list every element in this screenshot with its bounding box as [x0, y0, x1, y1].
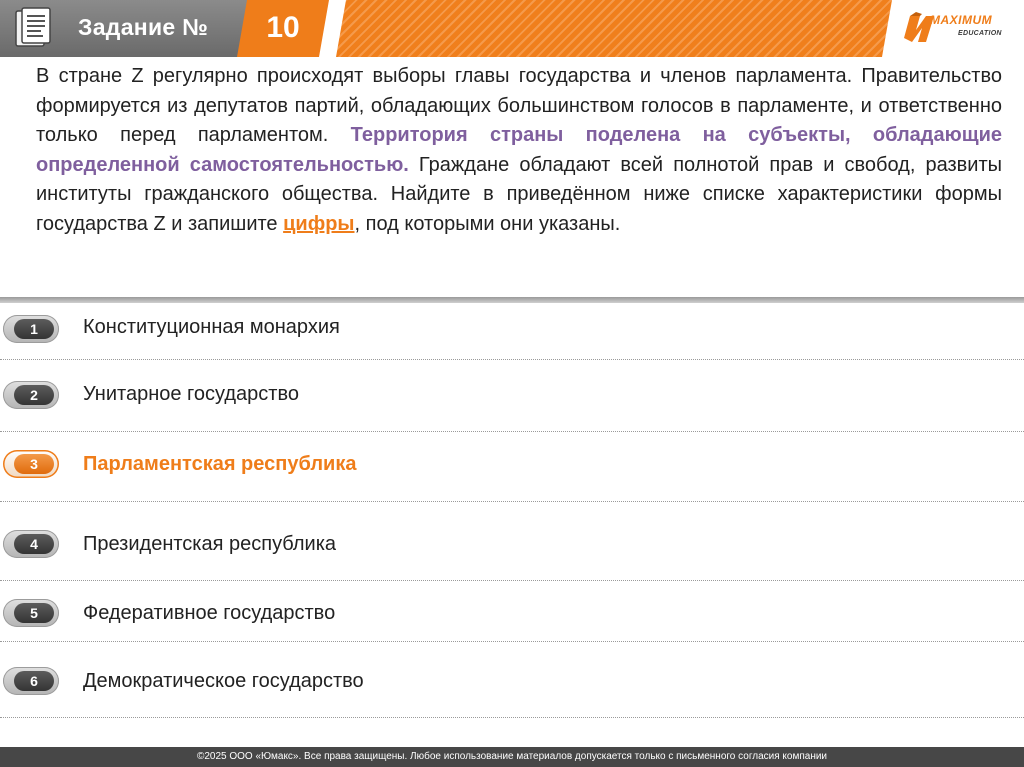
- option-number: 3: [14, 454, 54, 474]
- logo-subtext: EDUCATION: [958, 30, 1002, 37]
- option-6[interactable]: 6 Демократическое государство: [0, 661, 1024, 721]
- option-number: 5: [14, 603, 54, 623]
- slide-header: Задание № 10 MAXIMUM EDUCATION: [0, 0, 1024, 57]
- option-number-badge: 2: [3, 381, 59, 409]
- option-label: Парламентская республика: [83, 453, 357, 475]
- option-label: Демократическое государство: [83, 670, 364, 692]
- option-4[interactable]: 4 Президентская республика: [0, 523, 1024, 583]
- option-number-badge: 4: [3, 530, 59, 558]
- option-label: Конституционная монархия: [83, 316, 340, 338]
- option-label: Федеративное государство: [83, 602, 336, 624]
- section-divider: [0, 297, 1024, 303]
- option-5[interactable]: 5 Федеративное государство: [0, 592, 1024, 652]
- option-label: Унитарное государство: [83, 383, 299, 405]
- option-number: 6: [14, 671, 54, 691]
- option-3[interactable]: 3 Парламентская республика: [0, 444, 1024, 504]
- option-number-badge: 1: [3, 315, 59, 343]
- option-separator: [0, 717, 1024, 718]
- task-text: В стране Z регулярно происходят выборы г…: [36, 62, 1002, 240]
- document-icon: [15, 7, 51, 47]
- task-text-emphasis: цифры: [283, 212, 355, 235]
- task-number: 10: [266, 11, 300, 44]
- option-number-badge: 6: [3, 667, 59, 695]
- copyright-footer: ©2025 ООО «Юмакс». Все права защищены. Л…: [0, 747, 1024, 767]
- option-number-badge: 3: [3, 450, 59, 478]
- option-number: 2: [14, 385, 54, 405]
- option-separator: [0, 431, 1024, 432]
- option-separator: [0, 580, 1024, 581]
- option-1[interactable]: 1 Конституционная монархия: [0, 305, 1024, 365]
- task-text-end: , под которыми они указаны.: [354, 212, 621, 235]
- option-separator: [0, 359, 1024, 360]
- option-number: 1: [14, 319, 54, 339]
- task-title: Задание №: [78, 14, 209, 40]
- option-2[interactable]: 2 Унитарное государство: [0, 373, 1024, 433]
- option-number-badge: 5: [3, 599, 59, 627]
- option-separator: [0, 501, 1024, 502]
- logo-wordmark: MAXIMUM: [930, 13, 993, 27]
- option-number: 4: [14, 534, 54, 554]
- option-label: Президентская республика: [83, 533, 337, 555]
- header-stripes: [336, 0, 892, 57]
- option-separator: [0, 641, 1024, 642]
